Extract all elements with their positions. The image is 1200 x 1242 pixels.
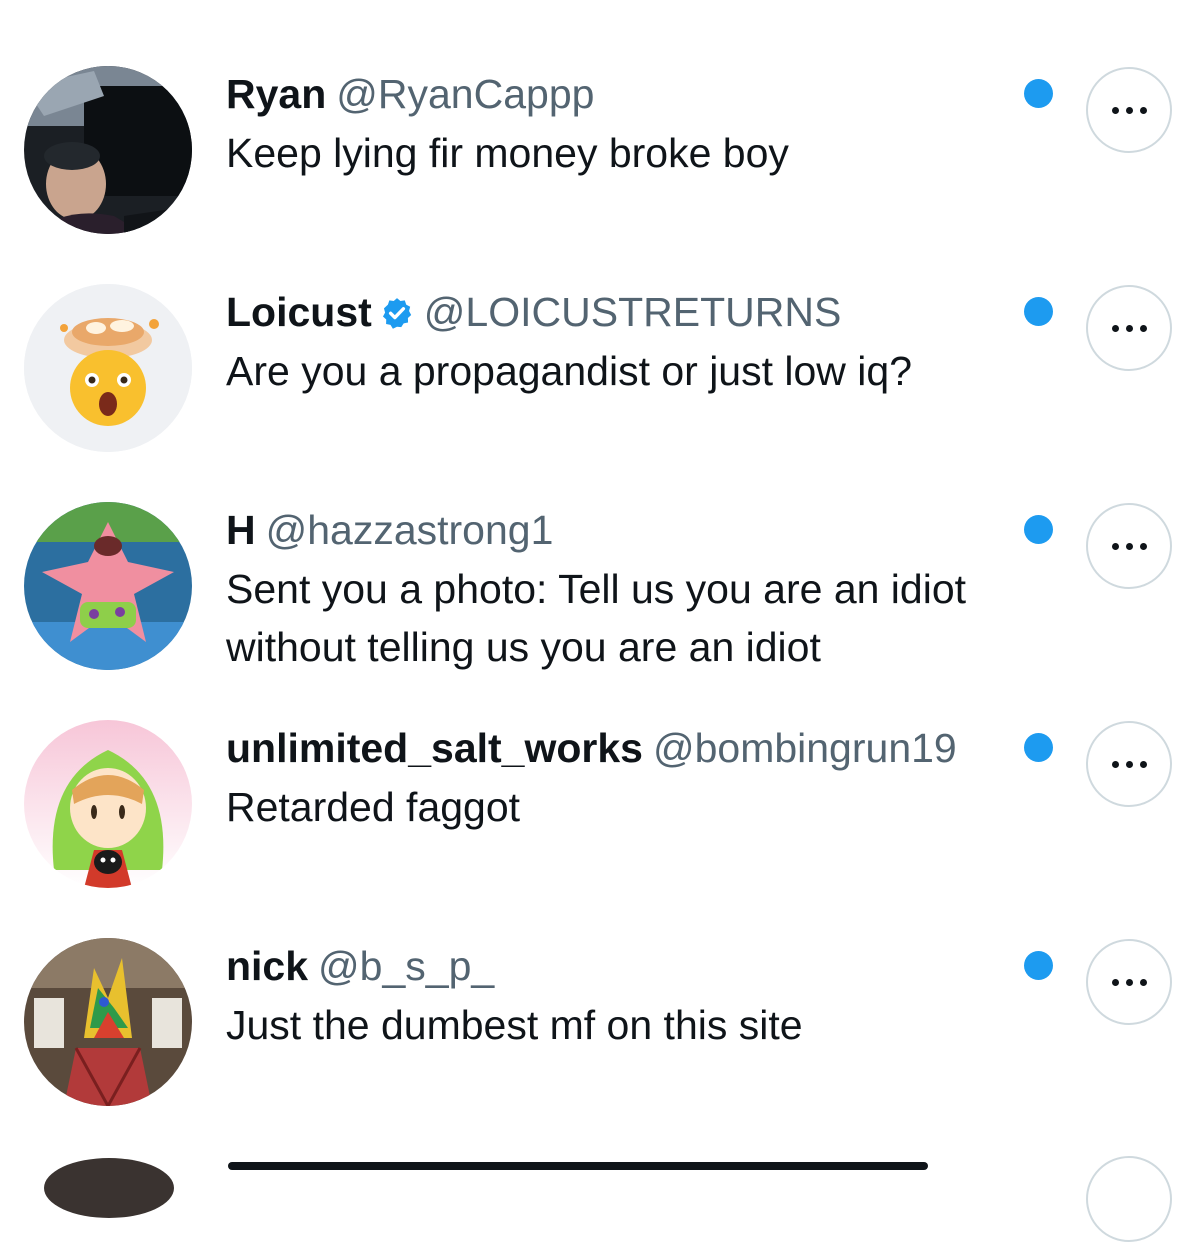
- unread-indicator: [1024, 297, 1053, 326]
- avatar[interactable]: [24, 938, 192, 1106]
- unread-indicator: [1024, 79, 1053, 108]
- message-preview: Keep lying fir money broke boy: [226, 124, 1026, 182]
- more-options-button[interactable]: [1086, 1156, 1172, 1242]
- message-preview: Sent you a photo: Tell us you are an idi…: [226, 560, 1026, 676]
- unread-indicator: [1024, 951, 1053, 980]
- conversation-row-partial[interactable]: [0, 1150, 1200, 1242]
- message-line: Sent you a photo: Tell us you are an idi…: [226, 566, 967, 612]
- more-options-button[interactable]: [1086, 67, 1172, 153]
- conversation-row-h[interactable]: H @hazzastrong1 Sent you a photo: Tell us…: [0, 484, 1200, 684]
- more-horizontal-icon: [1111, 324, 1147, 332]
- message-line: Just the dumbest mf on this site: [226, 1002, 803, 1048]
- display-name: unlimited_salt_works: [226, 725, 643, 771]
- conversation-text: unlimited_salt_works @bombingrun19 Retard…: [226, 724, 1026, 836]
- verified-badge-icon: [380, 296, 414, 330]
- message-preview: Are you a propagandist or just low iq?: [226, 342, 1026, 400]
- more-horizontal-icon: [1111, 106, 1147, 114]
- conversation-list: Ryan @RyanCappp Keep lying fir money brok…: [0, 0, 1200, 1242]
- user-handle: @hazzastrong1: [265, 507, 554, 553]
- more-horizontal-icon: [1111, 542, 1147, 550]
- message-line: Retarded faggot: [226, 784, 521, 830]
- avatar-person-with-pinata-head: [24, 938, 192, 1106]
- avatar[interactable]: [24, 284, 192, 452]
- more-options-button[interactable]: [1086, 721, 1172, 807]
- unread-indicator: [1024, 515, 1053, 544]
- avatar-photo-man-in-car: [24, 66, 192, 234]
- conversation-text: nick @b_s_p_ Just the dumbest mf on this …: [226, 942, 1026, 1054]
- conversation-text-cutoff: [228, 1162, 928, 1170]
- conversation-text: H @hazzastrong1 Sent you a photo: Tell us…: [226, 506, 1026, 676]
- conversation-row-ryan[interactable]: Ryan @RyanCappp Keep lying fir money brok…: [0, 48, 1200, 248]
- name-line: unlimited_salt_works @bombingrun19: [226, 724, 1026, 772]
- name-line: H @hazzastrong1: [226, 506, 1026, 554]
- avatar[interactable]: [24, 502, 192, 670]
- conversation-text: Loicust @LOICUSTRETURNS Are you a propaga…: [226, 288, 1026, 400]
- message-preview: Just the dumbest mf on this site: [226, 996, 1026, 1054]
- more-options-button[interactable]: [1086, 503, 1172, 589]
- more-horizontal-icon: [1111, 978, 1147, 986]
- avatar[interactable]: [44, 1158, 174, 1218]
- display-name: H: [226, 507, 256, 553]
- more-options-button[interactable]: [1086, 285, 1172, 371]
- avatar[interactable]: [24, 720, 192, 888]
- avatar-exploding-head-emoji: [24, 284, 192, 452]
- avatar-cartoon-starfish: [24, 502, 192, 670]
- name-line: Ryan @RyanCappp: [226, 70, 1026, 118]
- user-handle: @RyanCappp: [336, 71, 595, 117]
- user-handle: @LOICUSTRETURNS: [423, 289, 842, 335]
- user-handle: @bombingrun19: [652, 725, 957, 771]
- message-line: without telling us you are an idiot: [226, 624, 821, 670]
- message-preview: Retarded faggot: [226, 778, 1026, 836]
- display-name: Ryan: [226, 71, 327, 117]
- conversation-row-loicust[interactable]: Loicust @LOICUSTRETURNS Are you a propaga…: [0, 266, 1200, 466]
- conversation-text: Ryan @RyanCappp Keep lying fir money brok…: [226, 70, 1026, 182]
- name-line: nick @b_s_p_: [226, 942, 1026, 990]
- display-name: nick: [226, 943, 309, 989]
- message-line: Are you a propagandist or just low iq?: [226, 348, 913, 394]
- conversation-row-nick[interactable]: nick @b_s_p_ Just the dumbest mf on this …: [0, 920, 1200, 1120]
- unread-indicator: [1024, 733, 1053, 762]
- more-horizontal-icon: [1111, 760, 1147, 768]
- message-line: Keep lying fir money broke boy: [226, 130, 789, 176]
- user-handle: @b_s_p_: [318, 943, 495, 989]
- more-options-button[interactable]: [1086, 939, 1172, 1025]
- name-line: Loicust @LOICUSTRETURNS: [226, 288, 1026, 336]
- avatar[interactable]: [24, 66, 192, 234]
- display-name: Loicust: [226, 289, 372, 335]
- avatar-anime-girl-green-hood: [24, 720, 192, 888]
- conversation-row-unlimited-salt-works[interactable]: unlimited_salt_works @bombingrun19 Retard…: [0, 702, 1200, 902]
